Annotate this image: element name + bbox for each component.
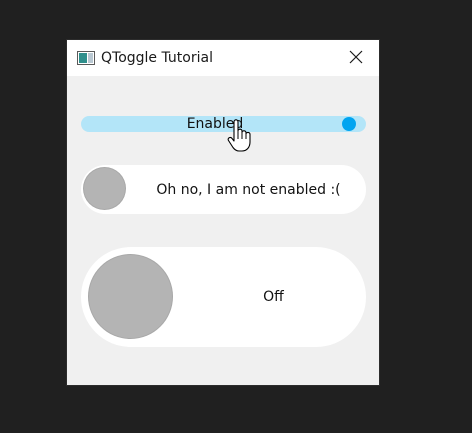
toggle-label: Oh no, I am not enabled :( bbox=[156, 181, 341, 198]
close-button[interactable] bbox=[333, 40, 379, 76]
app-window-icon bbox=[77, 50, 95, 65]
close-icon bbox=[349, 49, 363, 68]
toggle-knob bbox=[342, 117, 356, 131]
main-window: QToggle Tutorial Enabled Oh no, I am not… bbox=[67, 40, 379, 385]
toggle-disabled: Oh no, I am not enabled :( bbox=[81, 165, 366, 214]
toggle-enabled[interactable]: Enabled bbox=[81, 116, 366, 132]
window-title: QToggle Tutorial bbox=[101, 50, 213, 66]
title-bar[interactable]: QToggle Tutorial bbox=[67, 40, 379, 76]
toggle-knob bbox=[84, 168, 125, 209]
toggle-label: Off bbox=[263, 289, 284, 305]
toggle-knob bbox=[89, 255, 172, 338]
toggle-label: Enabled bbox=[186, 116, 244, 132]
toggle-large[interactable]: Off bbox=[81, 247, 366, 347]
